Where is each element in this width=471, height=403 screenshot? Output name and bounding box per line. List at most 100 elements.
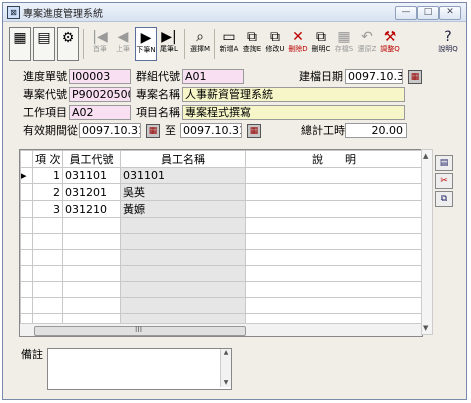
project-code-field[interactable]: P900205002	[69, 87, 131, 102]
next-record-button[interactable]: ▶ 下筆N	[135, 27, 157, 61]
table-row-empty[interactable]	[20, 233, 422, 250]
memo-scroll-down-icon[interactable]: ▼	[221, 379, 231, 386]
empty-cell[interactable]	[32, 265, 63, 282]
cell-emp-code[interactable]: 031101	[62, 167, 121, 184]
empty-cell[interactable]	[32, 217, 63, 234]
cell-seq[interactable]: 3	[32, 200, 63, 218]
period-from-field[interactable]: 0097.10.31	[79, 123, 141, 138]
help-button[interactable]: ? 說明Q	[437, 27, 459, 61]
empty-cell[interactable]	[62, 265, 121, 282]
delete-button[interactable]: ✕ 刪除D	[287, 27, 309, 61]
memo-textarea[interactable]: ▲ ▼	[47, 348, 232, 390]
app-icon[interactable]: ⊠	[7, 6, 20, 19]
query-button[interactable]: ⧉ 查詢E	[241, 27, 263, 61]
calculator-button[interactable]: ▦	[9, 27, 31, 61]
maximize-button[interactable]: □	[417, 6, 439, 20]
add-button[interactable]: ▭ 新增A	[218, 27, 240, 61]
delete-detail-button[interactable]: ⧉ 刪明C	[310, 27, 332, 61]
cut-button[interactable]: ✂	[435, 173, 453, 189]
empty-cell[interactable]	[32, 281, 63, 298]
col-header-desc[interactable]: 說 明	[245, 150, 422, 168]
vertical-scrollbar[interactable]: ▲ ▼	[421, 149, 433, 335]
select-button[interactable]: ⌕ 選擇M	[189, 27, 211, 61]
horizontal-scrollbar[interactable]: III	[20, 323, 422, 336]
table-row[interactable]: ▸ 1 031101 031101	[20, 167, 422, 184]
empty-cell[interactable]	[32, 233, 63, 250]
calendar-icon[interactable]: ▦	[408, 70, 422, 84]
empty-cell[interactable]	[20, 233, 33, 250]
progress-no-field[interactable]: I00003	[69, 69, 131, 84]
edit-button[interactable]: ⧉ 修改U	[264, 27, 286, 61]
table-row[interactable]: 2 031201 吳英	[20, 183, 422, 201]
empty-cell[interactable]	[120, 297, 246, 314]
scroll-down-icon[interactable]: ▼	[423, 324, 428, 332]
empty-cell[interactable]	[245, 233, 422, 250]
first-record-button[interactable]: |◀ 首筆	[89, 27, 111, 61]
empty-cell[interactable]	[120, 233, 246, 250]
cell-seq[interactable]: 2	[32, 183, 63, 201]
project-name-field[interactable]: 人事薪資管理系統	[182, 87, 405, 102]
empty-cell[interactable]	[62, 297, 121, 314]
cell-emp-name[interactable]: 031101	[120, 167, 246, 184]
col-header-emp-code[interactable]: 員工代號	[62, 150, 121, 168]
empty-cell[interactable]	[20, 265, 33, 282]
empty-cell[interactable]	[120, 265, 246, 282]
empty-cell[interactable]	[20, 217, 33, 234]
calendar-icon[interactable]: ▦	[247, 124, 261, 138]
adjust-button[interactable]: ⚒ 調整Q	[379, 27, 401, 61]
empty-cell[interactable]	[120, 217, 246, 234]
previous-record-button[interactable]: ◀ 上筆	[112, 27, 134, 61]
empty-cell[interactable]	[20, 281, 33, 298]
empty-cell[interactable]	[245, 249, 422, 266]
group-code-field[interactable]: A01	[182, 69, 244, 84]
calendar-icon[interactable]: ▦	[146, 124, 160, 138]
cell-emp-name[interactable]: 黃嫄	[120, 200, 246, 218]
table-row-empty[interactable]	[20, 297, 422, 314]
total-hours-field[interactable]: 20.00	[345, 123, 407, 138]
memo-scrollbar[interactable]: ▲ ▼	[220, 349, 231, 387]
cell-emp-name[interactable]: 吳英	[120, 183, 246, 201]
save-button[interactable]: ▦ 存檔S	[333, 27, 355, 61]
title-bar[interactable]: ⊠ 專案進度管理系統 — □ ✕	[3, 3, 466, 22]
table-row-empty[interactable]	[20, 217, 422, 234]
table-row-empty[interactable]	[20, 249, 422, 266]
empty-cell[interactable]	[62, 233, 121, 250]
undo-button[interactable]: ↶ 還原Z	[356, 27, 378, 61]
item-name-field[interactable]: 專案程式撰寫	[182, 105, 405, 120]
period-to-field[interactable]: 0097.10.31	[180, 123, 242, 138]
tools-button[interactable]: ⚙	[57, 27, 79, 61]
scroll-up-icon[interactable]: ▲	[423, 152, 428, 160]
grid-view-button[interactable]: ▤	[435, 155, 453, 171]
empty-cell[interactable]	[245, 297, 422, 314]
empty-cell[interactable]	[32, 249, 63, 266]
table-row[interactable]: 3 031210 黃嫄	[20, 200, 422, 218]
last-record-button[interactable]: ▶| 尾筆L	[158, 27, 180, 61]
minimize-button[interactable]: —	[395, 6, 417, 20]
close-button[interactable]: ✕	[439, 6, 461, 20]
empty-cell[interactable]	[20, 297, 33, 314]
calendar-button[interactable]: ▤	[33, 27, 55, 61]
cell-desc[interactable]	[245, 183, 422, 201]
empty-cell[interactable]	[245, 281, 422, 298]
empty-cell[interactable]	[62, 249, 121, 266]
cell-desc[interactable]	[245, 200, 422, 218]
empty-cell[interactable]	[120, 281, 246, 298]
empty-cell[interactable]	[20, 249, 33, 266]
created-date-field[interactable]: 0097.10.31	[345, 69, 403, 84]
cell-seq[interactable]: 1	[32, 167, 63, 184]
empty-cell[interactable]	[120, 249, 246, 266]
memo-scroll-up-icon[interactable]: ▲	[221, 349, 231, 356]
empty-cell[interactable]	[32, 297, 63, 314]
empty-cell[interactable]	[245, 265, 422, 282]
table-row-empty[interactable]	[20, 265, 422, 282]
empty-cell[interactable]	[62, 217, 121, 234]
table-row-empty[interactable]	[20, 281, 422, 298]
cell-emp-code[interactable]: 031210	[62, 200, 121, 218]
col-header-seq[interactable]: 項 次	[32, 150, 63, 168]
copy-button[interactable]: ⧉	[435, 191, 453, 207]
empty-cell[interactable]	[62, 281, 121, 298]
cell-desc[interactable]	[245, 167, 422, 184]
work-item-field[interactable]: A02	[69, 105, 131, 120]
col-header-emp-name[interactable]: 員工名稱	[120, 150, 246, 168]
empty-cell[interactable]	[245, 217, 422, 234]
